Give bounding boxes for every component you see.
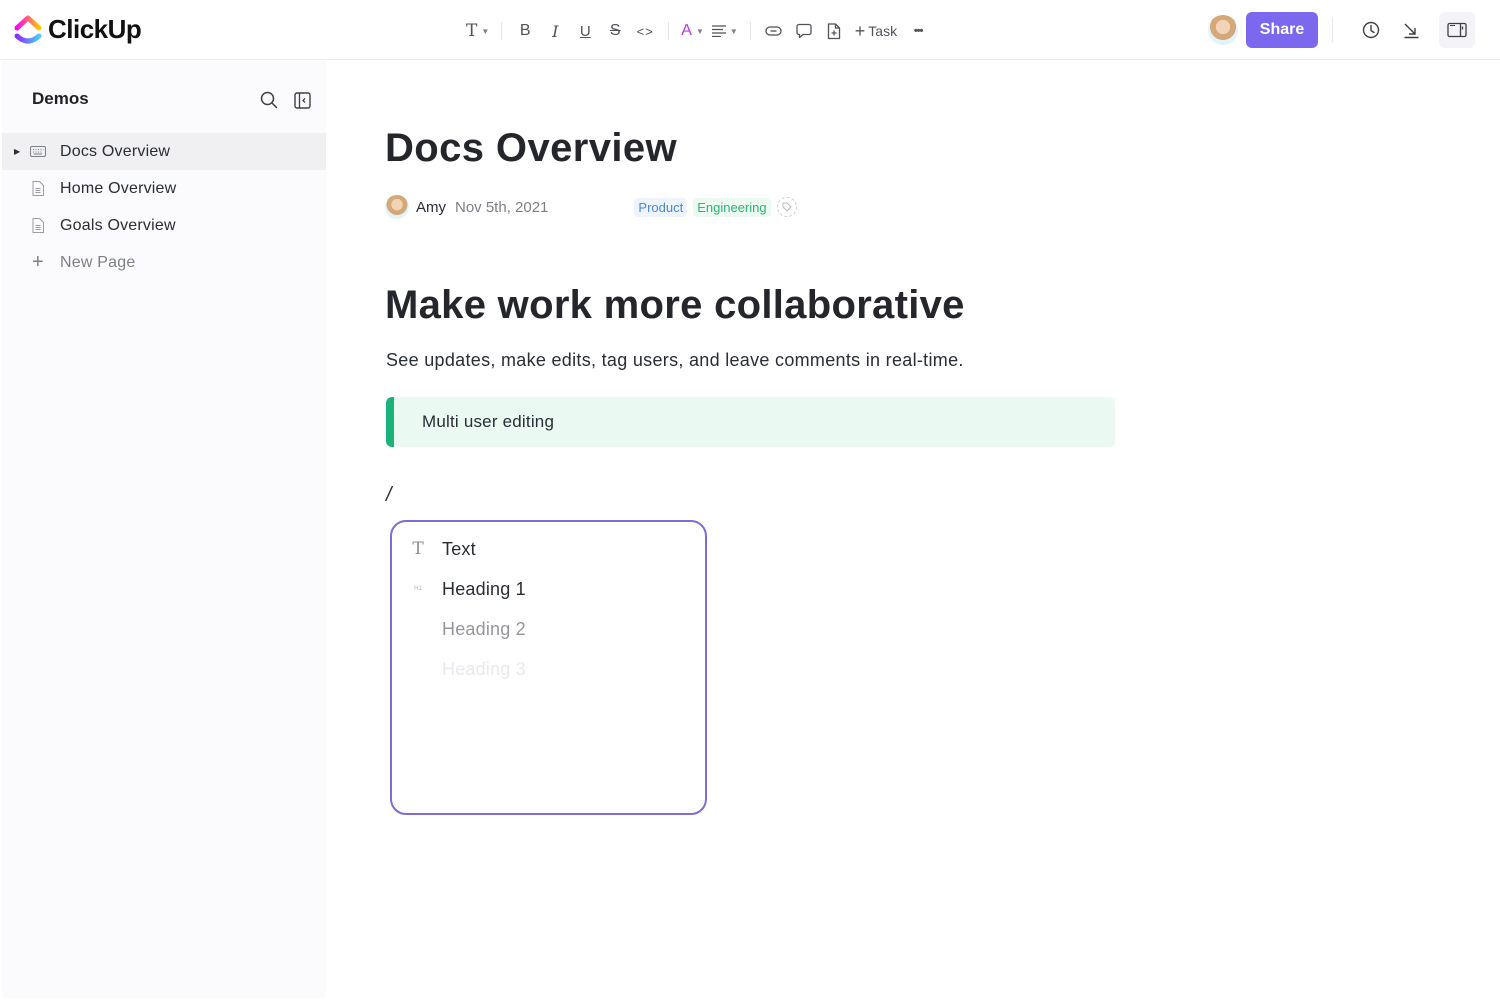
menu-item-label: Text (442, 538, 476, 559)
top-bar: ClickUp T ▼ B I U S <> A ▼ ▼ + Task ••• … (0, 0, 1500, 60)
sidebar-item-label: Docs Overview (60, 142, 171, 160)
page-add-icon (827, 22, 840, 39)
link-button[interactable] (760, 17, 788, 45)
sidebar-item-goals-overview[interactable]: Goals Overview (2, 207, 326, 244)
expand-arrow-icon[interactable]: ▶ (14, 147, 24, 156)
align-button[interactable]: ▼ (709, 17, 741, 45)
sidebar-collapse-button[interactable] (294, 92, 311, 114)
comment-button[interactable] (790, 17, 818, 45)
history-clock-icon (1362, 21, 1380, 39)
doc-meta: Amy Nov 5th, 2021 Product Engineering (385, 194, 797, 220)
workspace-title: Demos (32, 89, 89, 108)
toggle-sidebar-panel-button[interactable] (1439, 12, 1475, 48)
header-actions: Share (1208, 10, 1480, 50)
menu-item-heading-1[interactable]: H1 Heading 1 (408, 574, 526, 604)
share-button[interactable]: Share (1246, 12, 1318, 48)
toolbar-divider (749, 22, 751, 40)
align-icon (711, 25, 726, 37)
sidebar-search-button[interactable] (260, 91, 278, 114)
strikethrough-button[interactable]: S (601, 17, 629, 45)
author-avatar[interactable] (385, 195, 409, 219)
slash-command-menu: T Text H1 Heading 1 Heading 2 Heading 3 (390, 520, 707, 815)
slash-command-input[interactable]: / (386, 484, 392, 507)
text-color-button[interactable]: A ▼ (678, 17, 707, 45)
menu-item-heading-2[interactable]: Heading 2 (408, 614, 526, 644)
clickup-logo[interactable]: ClickUp (14, 14, 142, 45)
brand-name: ClickUp (48, 14, 142, 44)
sidebar: Demos ▶ Docs Overview Home Overview Goal… (2, 61, 326, 998)
new-page-label: New Page (60, 253, 136, 271)
page-title[interactable]: Docs Overview (385, 126, 677, 171)
collapse-button[interactable] (1396, 15, 1426, 45)
header-divider (1332, 18, 1333, 42)
tag-icon (782, 202, 792, 212)
new-page-button[interactable]: + New Page (2, 244, 326, 281)
text-T-icon: T (466, 21, 478, 41)
menu-item-label: Heading 2 (442, 618, 526, 639)
collapse-arrow-icon (1404, 23, 1418, 38)
text-style-button[interactable]: T ▼ (463, 17, 492, 45)
text-T-icon: T (412, 539, 424, 559)
code-icon: <> (636, 23, 654, 39)
section-paragraph[interactable]: See updates, make edits, tag users, and … (386, 350, 964, 371)
search-icon (260, 91, 278, 109)
callout-text: Multi user editing (422, 412, 555, 431)
plus-icon: + (854, 20, 866, 41)
more-dots-icon: ••• (913, 25, 924, 37)
link-icon (765, 26, 782, 36)
author-name: Amy (416, 198, 446, 216)
bold-icon: B (519, 22, 531, 39)
add-task-label: Task (868, 23, 898, 39)
add-tag-button[interactable] (776, 197, 797, 217)
tag-product[interactable]: Product (634, 197, 688, 217)
menu-item-label: Heading 1 (442, 578, 526, 599)
bold-button[interactable]: B (511, 17, 539, 45)
doc-keyboard-icon (30, 144, 46, 160)
menu-item-label: Heading 3 (442, 658, 526, 679)
underline-button[interactable]: U (571, 17, 599, 45)
italic-icon: I (552, 21, 559, 41)
page-icon (30, 218, 46, 234)
sidebar-item-docs-overview[interactable]: ▶ Docs Overview (2, 133, 326, 170)
menu-item-text[interactable]: T Text (408, 534, 476, 564)
tag-engineering[interactable]: Engineering (693, 197, 771, 217)
comment-icon (796, 23, 812, 39)
history-button[interactable] (1356, 15, 1386, 45)
callout-block[interactable]: Multi user editing (386, 397, 1115, 447)
menu-item-heading-3[interactable]: Heading 3 (408, 654, 526, 684)
code-button[interactable]: <> (631, 17, 659, 45)
more-options-button[interactable]: ••• (904, 17, 932, 45)
underline-icon: U (579, 22, 591, 40)
heading-1-icon: H1 (414, 586, 422, 592)
doc-date: Nov 5th, 2021 (455, 198, 549, 216)
page-icon (30, 181, 46, 197)
clickup-logo-icon (14, 15, 42, 43)
plus-icon: + (32, 251, 44, 273)
add-task-button[interactable]: + Task (849, 21, 903, 42)
sidebar-item-label: Home Overview (60, 179, 177, 197)
sidebar-item-label: Goals Overview (60, 216, 176, 234)
strikethrough-icon: S (609, 22, 621, 39)
italic-button[interactable]: I (541, 17, 569, 45)
caret-down-icon: ▼ (695, 26, 704, 36)
add-page-button[interactable] (820, 17, 848, 45)
toolbar-divider (501, 22, 503, 40)
sidebar-item-home-overview[interactable]: Home Overview (2, 170, 326, 207)
user-avatar[interactable] (1208, 15, 1238, 45)
formatting-toolbar: T ▼ B I U S <> A ▼ ▼ + Task ••• (462, 16, 933, 46)
sidebar-panel-icon (1447, 22, 1467, 38)
toolbar-divider (668, 22, 670, 40)
sidebar-page-list: ▶ Docs Overview Home Overview Goals Over… (2, 133, 326, 281)
section-heading[interactable]: Make work more collaborative (385, 283, 965, 328)
caret-down-icon: ▼ (481, 26, 490, 36)
collapse-sidebar-icon (294, 92, 311, 109)
text-color-icon: A (681, 22, 692, 39)
caret-down-icon: ▼ (729, 26, 738, 36)
